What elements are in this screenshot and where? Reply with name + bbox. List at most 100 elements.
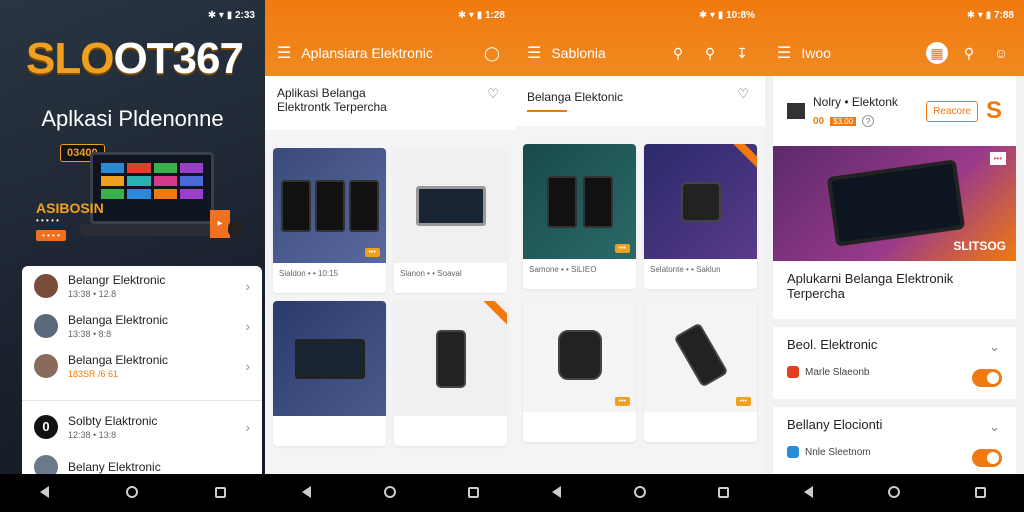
- status-bar: ✱ ▾ ▮ 10:8%: [515, 0, 765, 30]
- ribbon-badge: [482, 301, 507, 328]
- store-icon: [787, 366, 799, 378]
- home-icon[interactable]: [112, 485, 152, 501]
- product-card[interactable]: [273, 301, 386, 446]
- download-icon[interactable]: ↧: [731, 45, 753, 62]
- list-item-sub: 12:38 • 13:8: [68, 430, 117, 440]
- product-description: Aplukarni Belanga Elektronik Terpercha: [787, 271, 954, 301]
- app-bar-title: Aplansiara Elektronic: [301, 45, 433, 61]
- status-text: ✱ ▾ ▮ 2:33: [207, 9, 255, 21]
- bookmark-icon[interactable]: ♡: [737, 86, 749, 102]
- product-image: •••: [273, 148, 386, 263]
- header: ✱ ▾ ▮ 7:88 ☰ Iwoo ▦ ⚲ ☺: [765, 0, 1024, 76]
- menu-icon[interactable]: ☰: [777, 43, 791, 63]
- back-icon[interactable]: [537, 485, 577, 501]
- chevron-right-icon: ›: [245, 358, 250, 374]
- price-tag: •••: [614, 397, 630, 406]
- list-item[interactable]: Belanga Elektronic 13:38 • 8:8 ›: [22, 306, 262, 346]
- accordion-sub: Marle Slaeonb: [805, 366, 870, 378]
- chevron-down-icon[interactable]: ⌄: [989, 339, 1000, 355]
- tablet-image: [826, 159, 966, 247]
- search-icon[interactable]: ⚲: [667, 45, 689, 62]
- promo-headline: ASIBOSIN: [36, 200, 104, 216]
- avatar: [34, 354, 58, 378]
- product-header: Nolry • Elektonk 00 $3.00 ? Reacore S: [773, 76, 1016, 146]
- app-bar: ☰ Aplansiara Elektronic ◯: [265, 30, 515, 76]
- accordion-sub: Nnle Sleetnom: [805, 446, 871, 458]
- profile-icon[interactable]: ☺: [990, 45, 1012, 61]
- back-icon[interactable]: [24, 485, 64, 501]
- status-text: ✱ ▾ ▮ 1:28: [457, 9, 505, 21]
- android-nav-bar: [265, 474, 515, 512]
- product-caption: Slanon • • Soaval: [400, 269, 462, 278]
- back-icon[interactable]: [287, 485, 327, 501]
- section-header: Aplikasi Belanga Elektrontk Terpercha ♡: [265, 76, 515, 130]
- product-card[interactable]: Slanon • • Soaval: [394, 148, 507, 293]
- recents-icon[interactable]: [961, 485, 1001, 501]
- header: ✱ ▾ ▮ 10:8% ☰ Sablonia ⚲ ⚲ ↧: [515, 0, 765, 76]
- home-icon[interactable]: [370, 485, 410, 501]
- reacore-button[interactable]: Reacore: [926, 100, 978, 122]
- list-item[interactable]: Belanga Elektronic 183SR /6 61 ›: [22, 346, 262, 386]
- chevron-down-icon[interactable]: ⌄: [989, 419, 1000, 435]
- phone-screen-detail: ✱ ▾ ▮ 7:88 ☰ Iwoo ▦ ⚲ ☺ Nolry • Elektonk…: [765, 0, 1024, 512]
- phone-screen-category: ✱ ▾ ▮ 10:8% ☰ Sablonia ⚲ ⚲ ↧ Belanga Ele…: [515, 0, 765, 512]
- promo-subtext: • • • • •: [36, 216, 59, 225]
- banner-tag: SLITSOG: [953, 239, 1006, 253]
- chip-icon: [787, 103, 805, 119]
- product-card[interactable]: •••: [644, 297, 757, 442]
- section-title-line1: Aplikasi Belanga: [277, 86, 366, 100]
- app-title: Aplkasi Pldenonne: [41, 106, 224, 131]
- recents-icon[interactable]: [453, 485, 493, 501]
- product-card[interactable]: Selatonte • • Saklun: [644, 144, 757, 289]
- list-item[interactable]: 0 Solbty Elaktronic 12:38 • 13:8 ›: [22, 407, 262, 447]
- brand-logo-part-b: OT367: [113, 34, 244, 83]
- app-bar: ☰ Sablonia ⚲ ⚲ ↧: [515, 30, 765, 76]
- product-caption: [644, 412, 757, 424]
- banner-badge: •••: [989, 152, 1006, 165]
- search-icon[interactable]: ⚲: [958, 45, 980, 62]
- grid-icon[interactable]: ▦: [926, 42, 948, 64]
- bookmark-icon[interactable]: ♡: [487, 86, 499, 102]
- product-card[interactable]: ••• Samone • • SiLIEO: [523, 144, 636, 289]
- app-bar: ☰ Iwoo ▦ ⚲ ☺: [765, 30, 1024, 76]
- product-grid: ••• Samone • • SiLIEO Selatonte • • Sakl…: [515, 126, 765, 442]
- accordion-item[interactable]: Bellany Elocionti ⌄ Nnle Sleetnom: [773, 407, 1016, 479]
- cart-icon[interactable]: ◯: [481, 45, 503, 62]
- chevron-right-icon: ›: [245, 419, 250, 435]
- toggle-switch[interactable]: [972, 369, 1002, 387]
- list-item-sub: 13:38 • 8:8: [68, 329, 112, 339]
- toggle-switch[interactable]: [972, 449, 1002, 467]
- menu-icon[interactable]: ☰: [527, 43, 541, 63]
- help-icon[interactable]: ?: [862, 115, 875, 127]
- product-image: •••: [523, 297, 636, 412]
- hero-tag: ▸: [210, 210, 230, 238]
- product-image: •••: [523, 144, 636, 259]
- menu-icon[interactable]: ☰: [277, 43, 291, 63]
- back-icon[interactable]: [788, 485, 828, 501]
- home-icon[interactable]: [874, 485, 914, 501]
- product-caption: Selatonte • • Saklun: [650, 265, 721, 274]
- recents-icon[interactable]: [703, 485, 743, 501]
- list-item-sub: 183SR /6 61: [68, 369, 119, 379]
- search-icon[interactable]: ⚲: [699, 45, 721, 62]
- list-item[interactable]: Belangr Elektronic 13:38 • 12.8 ›: [22, 266, 262, 306]
- tab-indicator: [527, 110, 567, 112]
- product-card[interactable]: •••: [523, 297, 636, 442]
- recents-icon[interactable]: [201, 485, 241, 501]
- laptop-base: [80, 224, 230, 236]
- list-item-sub: 13:38 • 12.8: [68, 289, 117, 299]
- accordion-item[interactable]: Beol. Elektronic ⌄ Marle Slaeonb: [773, 327, 1016, 399]
- avatar: [34, 314, 58, 338]
- list-item-title: Belangr Elektronic: [68, 273, 166, 287]
- phone-screen-catalog: ✱ ▾ ▮ 1:28 ☰ Aplansiara Elektronic ◯ Apl…: [265, 0, 515, 512]
- status-text: ✱ ▾ ▮ 10:8%: [698, 9, 755, 21]
- product-card[interactable]: [394, 301, 507, 446]
- home-icon[interactable]: [620, 485, 660, 501]
- price-tag: •••: [614, 244, 630, 253]
- promo-pill[interactable]: • • • •: [36, 230, 66, 241]
- accordion-title: Bellany Elocionti: [787, 417, 883, 432]
- android-nav-bar: [765, 474, 1024, 512]
- hero-banner[interactable]: 03400 ASIBOSIN • • • • • • • • • ▸: [0, 140, 265, 260]
- brand-mark-icon: S: [985, 97, 1002, 124]
- product-card[interactable]: ••• Sialdon • • 10:15: [273, 148, 386, 293]
